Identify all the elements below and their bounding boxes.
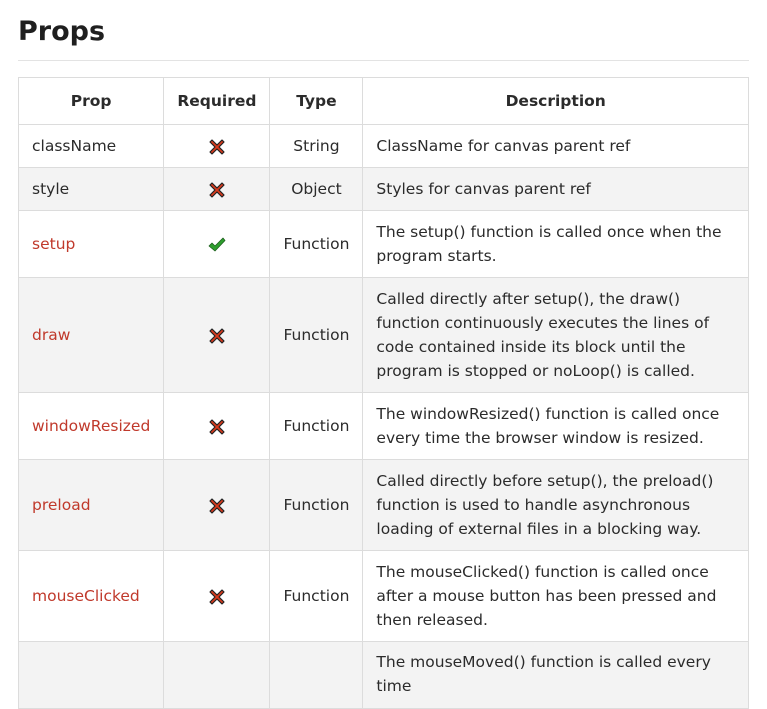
- prop-type: String: [269, 124, 364, 168]
- header-prop: Prop: [17, 77, 165, 125]
- prop-type: [269, 641, 364, 709]
- props-section: Props Prop Required Type Description cla…: [17, 0, 749, 709]
- prop-type: Function: [269, 277, 364, 393]
- header-required: Required: [163, 77, 271, 125]
- prop-description: ClassName for canvas parent ref: [362, 124, 749, 168]
- required-cell: [163, 124, 271, 168]
- prop-name: setup: [17, 210, 165, 278]
- prop-type: Object: [269, 167, 364, 211]
- required-cell: [163, 392, 271, 460]
- table-header-row: Prop Required Type Description: [17, 77, 749, 125]
- required-cell: [163, 550, 271, 642]
- check-icon: [207, 235, 227, 255]
- props-table: Prop Required Type Description className…: [17, 77, 749, 709]
- table-row: windowResized Function The windowResized…: [17, 392, 749, 460]
- required-cell: [163, 459, 271, 551]
- prop-description: The mouseClicked() function is called on…: [362, 550, 749, 642]
- required-cell: [163, 210, 271, 278]
- table-row: draw Function Called directly after setu…: [17, 277, 749, 393]
- cross-icon: [207, 417, 227, 437]
- required-cell: [163, 167, 271, 211]
- prop-type: Function: [269, 392, 364, 460]
- prop-description: The mouseMoved() function is called ever…: [362, 641, 749, 709]
- prop-name: windowResized: [17, 392, 165, 460]
- cross-icon: [207, 587, 227, 607]
- header-type: Type: [269, 77, 364, 125]
- table-row: preload Function Called directly before …: [17, 459, 749, 551]
- cross-icon: [207, 180, 227, 200]
- table-row: className String ClassName for canvas pa…: [17, 124, 749, 168]
- prop-description: The setup() function is called once when…: [362, 210, 749, 278]
- cross-icon: [207, 137, 227, 157]
- required-cell: [163, 641, 271, 709]
- table-row: mouseClicked Function The mouseClicked()…: [17, 550, 749, 642]
- prop-name: preload: [17, 459, 165, 551]
- required-cell: [163, 277, 271, 393]
- prop-name: draw: [17, 277, 165, 393]
- prop-type: Function: [269, 459, 364, 551]
- cross-icon: [207, 326, 227, 346]
- prop-name: [17, 641, 165, 709]
- header-description: Description: [362, 77, 749, 125]
- prop-description: The windowResized() function is called o…: [362, 392, 749, 460]
- table-row: The mouseMoved() function is called ever…: [17, 641, 749, 709]
- prop-description: Called directly before setup(), the prel…: [362, 459, 749, 551]
- cross-icon: [207, 496, 227, 516]
- table-row: style Object Styles for canvas parent re…: [17, 167, 749, 211]
- prop-name: mouseClicked: [17, 550, 165, 642]
- table-row: setup Function The setup() function is c…: [17, 210, 749, 278]
- prop-description: Styles for canvas parent ref: [362, 167, 749, 211]
- prop-type: Function: [269, 550, 364, 642]
- prop-name: style: [17, 167, 165, 211]
- prop-description: Called directly after setup(), the draw(…: [362, 277, 749, 393]
- page-title: Props: [18, 0, 749, 61]
- prop-name: className: [17, 124, 165, 168]
- prop-type: Function: [269, 210, 364, 278]
